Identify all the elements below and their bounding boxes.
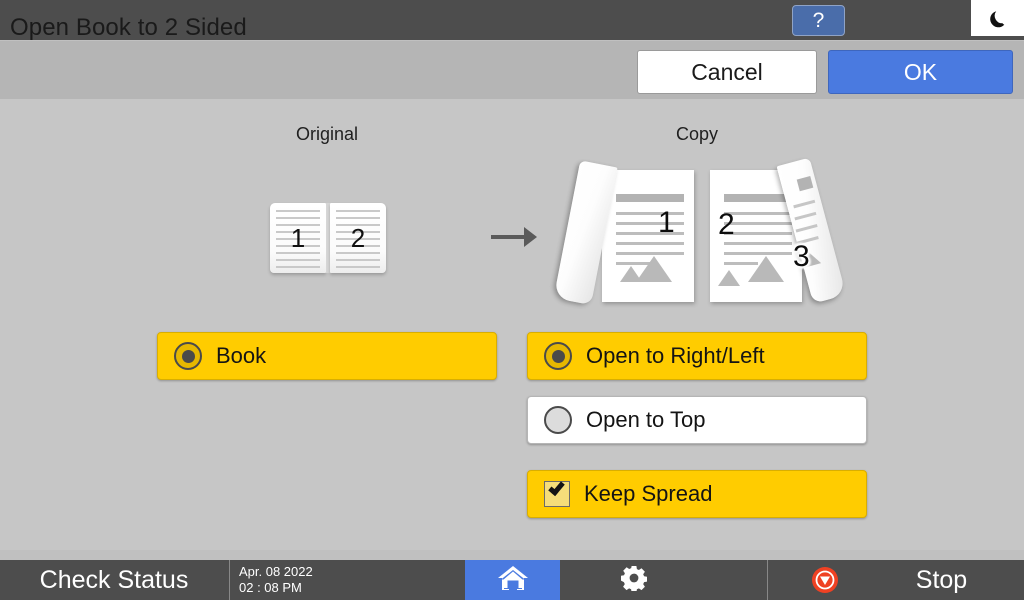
book-left-page-number: 1	[290, 223, 306, 253]
radio-book[interactable]	[174, 342, 202, 370]
page-title: Open Book to 2 Sided	[10, 14, 247, 41]
time-text: 02 : 08 PM	[239, 580, 302, 595]
book-right-page: 2	[330, 203, 386, 273]
copy-sheet-2-flip-number: 3	[793, 240, 810, 273]
datetime-display: Apr. 08 2022 02 : 08 PM	[229, 560, 409, 600]
check-status-button[interactable]: Check Status	[0, 560, 228, 600]
copy-column-label: Copy	[675, 124, 719, 144]
radio-open-to-right-left[interactable]	[544, 342, 572, 370]
help-button[interactable]: ?	[792, 5, 845, 36]
option-book-label: Book	[216, 343, 267, 368]
copy-sheet-2-number: 2	[718, 208, 735, 241]
date-text: Apr. 08 2022	[239, 564, 313, 579]
sheet1-header-bar	[616, 194, 684, 202]
copy-sheets-preview: 1 2 3	[553, 157, 847, 310]
sheet2-header-bar	[724, 194, 792, 202]
option-open-to-right-left[interactable]: Open to Right/Left	[527, 332, 867, 380]
stop-icon	[812, 567, 838, 593]
settings-button[interactable]	[561, 560, 706, 600]
stop-button[interactable]: Stop	[767, 560, 1024, 600]
settings-body	[0, 99, 1024, 550]
bottom-bar: Check Status Apr. 08 2022 02 : 08 PM Sto…	[0, 560, 1024, 600]
book-right-page-number: 2	[350, 223, 366, 253]
copy-sheet-1	[602, 170, 694, 302]
book-left-page: 1	[270, 203, 326, 273]
sheet2-image	[748, 256, 784, 282]
option-keep-spread[interactable]: Keep Spread	[527, 470, 867, 518]
checkbox-keep-spread[interactable]	[544, 478, 570, 507]
arrow-right-icon	[489, 222, 539, 252]
home-icon	[496, 564, 530, 597]
gear-icon	[620, 565, 647, 596]
sheet2-image-small	[718, 270, 740, 286]
option-open-to-right-left-label: Open to Right/Left	[586, 343, 765, 368]
original-book-preview: 1 2	[270, 203, 386, 275]
copy-sheet-1-number: 1	[658, 206, 675, 239]
moon-icon	[987, 7, 1009, 29]
question-mark-icon: ?	[812, 9, 825, 32]
sleep-mode-button[interactable]	[971, 0, 1024, 36]
option-open-to-top-label: Open to Top	[586, 407, 706, 432]
ok-button[interactable]: OK	[828, 50, 1013, 94]
copier-touch-panel: ? Open Book to 2 Sided Cancel OK Origina…	[0, 0, 1024, 600]
option-book[interactable]: Book	[157, 332, 497, 380]
option-keep-spread-label: Keep Spread	[584, 481, 713, 506]
original-column-label: Original	[295, 124, 359, 144]
cancel-button[interactable]: Cancel	[637, 50, 817, 94]
home-button[interactable]	[465, 560, 560, 600]
option-open-to-top[interactable]: Open to Top	[527, 396, 867, 444]
stop-label: Stop	[915, 566, 968, 594]
radio-open-to-top[interactable]	[544, 406, 572, 434]
sheet1-image-small	[620, 266, 642, 282]
